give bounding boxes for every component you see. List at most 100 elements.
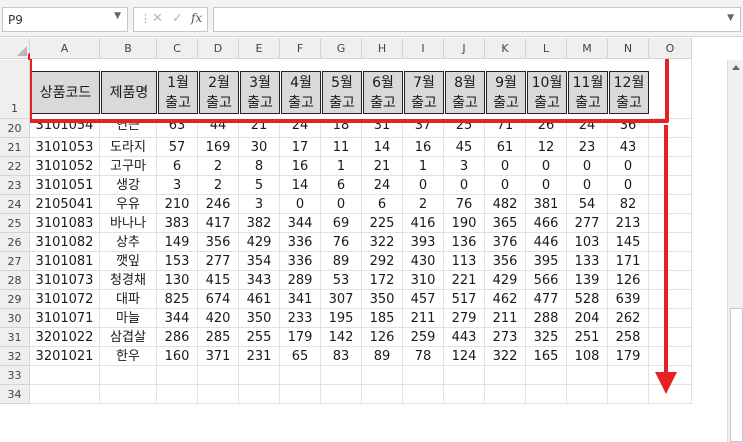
cell[interactable] <box>444 366 485 385</box>
cell[interactable] <box>321 385 362 404</box>
cell[interactable] <box>444 385 485 404</box>
cell[interactable] <box>649 233 692 252</box>
cell[interactable]: 136 <box>444 233 485 252</box>
cell[interactable] <box>649 309 692 328</box>
cell[interactable] <box>239 385 280 404</box>
cell[interactable]: 14 <box>280 176 321 195</box>
cell[interactable]: 393 <box>403 233 444 252</box>
cell[interactable]: 3 <box>157 176 198 195</box>
cell[interactable]: 76 <box>321 233 362 252</box>
cell[interactable] <box>526 385 567 404</box>
cell[interactable]: 6 <box>362 195 403 214</box>
cell[interactable]: 53 <box>321 271 362 290</box>
cell[interactable]: 322 <box>362 233 403 252</box>
cell[interactable]: 0 <box>526 157 567 176</box>
column-header-e[interactable]: E <box>239 38 280 59</box>
cell[interactable]: 225 <box>362 214 403 233</box>
cell[interactable]: 16 <box>280 157 321 176</box>
product-code-cell[interactable]: 3101071 <box>30 309 100 328</box>
cell[interactable]: 376 <box>485 233 526 252</box>
product-name-cell[interactable]: 상추 <box>100 233 157 252</box>
cell[interactable]: 0 <box>280 195 321 214</box>
cell[interactable]: 142 <box>321 328 362 347</box>
cell[interactable]: 204 <box>567 309 608 328</box>
column-header-a[interactable]: A <box>30 38 100 59</box>
cell[interactable] <box>526 366 567 385</box>
column-header-n[interactable]: N <box>608 38 649 59</box>
product-code-cell[interactable] <box>30 366 100 385</box>
cell[interactable]: 76 <box>444 195 485 214</box>
product-code-cell[interactable]: 3101073 <box>30 271 100 290</box>
cell[interactable]: 231 <box>239 347 280 366</box>
column-header-c[interactable]: C <box>157 38 198 59</box>
column-header-l[interactable]: L <box>526 38 567 59</box>
cell[interactable]: 16 <box>403 138 444 157</box>
cell[interactable]: 354 <box>239 252 280 271</box>
cell[interactable]: 517 <box>444 290 485 309</box>
cell[interactable]: 395 <box>526 252 567 271</box>
row-header-20[interactable]: 20 <box>0 119 30 138</box>
select-all-corner[interactable] <box>0 38 30 59</box>
cell[interactable]: 325 <box>526 328 567 347</box>
cell[interactable]: 336 <box>280 233 321 252</box>
cell[interactable] <box>321 366 362 385</box>
cell[interactable]: 179 <box>280 328 321 347</box>
cell[interactable]: 420 <box>198 309 239 328</box>
product-name-cell[interactable]: 우유 <box>100 195 157 214</box>
cell[interactable]: 17 <box>280 138 321 157</box>
cell[interactable] <box>362 366 403 385</box>
product-code-cell[interactable]: 3101051 <box>30 176 100 195</box>
cell[interactable] <box>649 290 692 309</box>
cell[interactable] <box>280 366 321 385</box>
cell[interactable] <box>198 366 239 385</box>
cell[interactable] <box>649 176 692 195</box>
cell[interactable]: 145 <box>608 233 649 252</box>
column-header-b[interactable]: B <box>100 38 157 59</box>
row-header-31[interactable]: 31 <box>0 328 30 347</box>
product-code-cell[interactable]: 3101053 <box>30 138 100 157</box>
cell[interactable]: 566 <box>526 271 567 290</box>
cell[interactable] <box>239 366 280 385</box>
cell[interactable]: 429 <box>485 271 526 290</box>
cell[interactable]: 12 <box>526 138 567 157</box>
cell[interactable]: 273 <box>485 328 526 347</box>
cell[interactable] <box>608 385 649 404</box>
cell[interactable] <box>198 385 239 404</box>
cell[interactable]: 371 <box>198 347 239 366</box>
product-code-cell[interactable]: 3101082 <box>30 233 100 252</box>
cell[interactable] <box>157 366 198 385</box>
cell[interactable]: 124 <box>444 347 485 366</box>
cell[interactable] <box>280 385 321 404</box>
product-name-cell[interactable] <box>100 385 157 404</box>
cell[interactable]: 674 <box>198 290 239 309</box>
column-header-d[interactable]: D <box>198 38 239 59</box>
column-header-k[interactable]: K <box>485 38 526 59</box>
cell[interactable]: 0 <box>485 176 526 195</box>
cell[interactable]: 172 <box>362 271 403 290</box>
cell[interactable]: 213 <box>608 214 649 233</box>
product-name-cell[interactable] <box>100 366 157 385</box>
cell[interactable]: 30 <box>239 138 280 157</box>
row-header-21[interactable]: 21 <box>0 138 30 157</box>
cell[interactable]: 350 <box>362 290 403 309</box>
name-box[interactable]: P9 ▼ <box>2 7 128 32</box>
product-name-cell[interactable]: 고구마 <box>100 157 157 176</box>
cell[interactable]: 8 <box>239 157 280 176</box>
product-name-cell[interactable]: 삼겹살 <box>100 328 157 347</box>
column-header-j[interactable]: J <box>444 38 485 59</box>
column-header-o[interactable]: O <box>649 38 692 59</box>
row-header-33[interactable]: 33 <box>0 366 30 385</box>
cell[interactable]: 292 <box>362 252 403 271</box>
cell[interactable]: 477 <box>526 290 567 309</box>
cell[interactable]: 3 <box>444 157 485 176</box>
cell[interactable] <box>649 157 692 176</box>
cell[interactable]: 289 <box>280 271 321 290</box>
insert-function-icon[interactable]: fx <box>191 11 202 25</box>
cell[interactable]: 89 <box>321 252 362 271</box>
cell[interactable]: 416 <box>403 214 444 233</box>
cell[interactable]: 365 <box>485 214 526 233</box>
cell[interactable]: 2 <box>403 195 444 214</box>
cell[interactable]: 262 <box>608 309 649 328</box>
cell[interactable]: 466 <box>526 214 567 233</box>
cell[interactable] <box>403 385 444 404</box>
